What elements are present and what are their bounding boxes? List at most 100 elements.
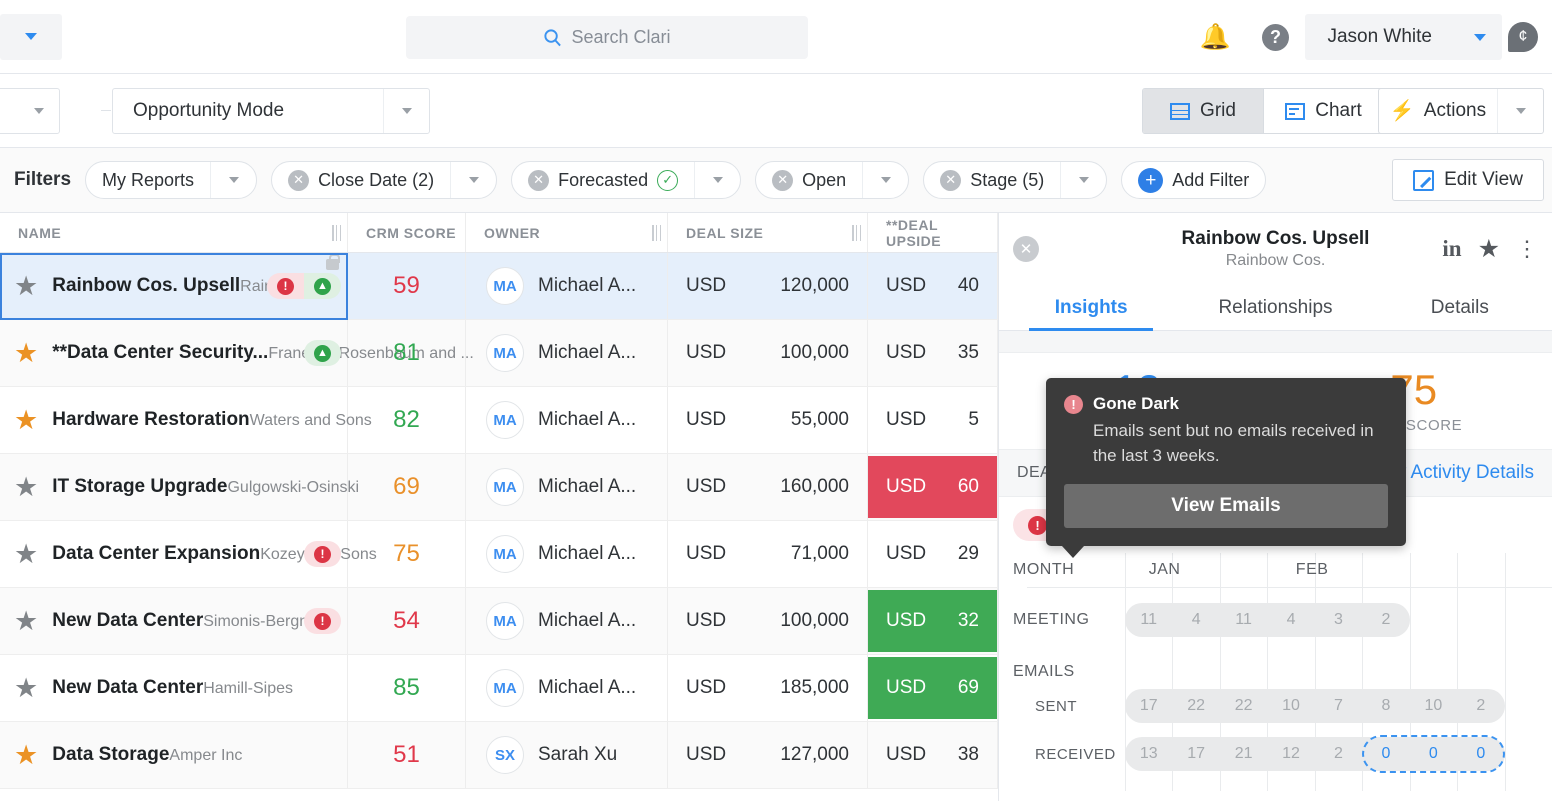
table-row[interactable]: ★Rainbow Cos. UpsellRainbow Cos.!▲59MAMi… <box>0 253 998 320</box>
cell-deal-upside[interactable]: USD 29 <box>868 521 998 587</box>
cell-deal-size[interactable]: USD 160,000 <box>668 454 868 520</box>
cell-name[interactable]: ★Rainbow Cos. UpsellRainbow Cos.!▲ <box>0 253 348 320</box>
column-header-name[interactable]: NAME <box>0 213 348 252</box>
cell-deal-upside[interactable]: USD 60 <box>868 454 998 520</box>
cell-crm-score[interactable]: 51 <box>348 722 466 788</box>
column-resize-handle[interactable] <box>332 225 341 241</box>
tab-chart[interactable]: Chart <box>1263 89 1383 133</box>
cell-deal-size[interactable]: USD 71,000 <box>668 521 868 587</box>
cell-name[interactable]: ★ Hardware RestorationWaters and Sons <box>0 387 372 453</box>
filter-chip-dropdown[interactable] <box>450 162 496 198</box>
cell-crm-score[interactable]: 75 <box>348 521 466 587</box>
table-row[interactable]: ★ New Data CenterSimonis-Bergnaum! 54 MA Mic… <box>0 588 998 655</box>
table-row[interactable]: ★ Data Center ExpansionKozey and Sons! 75 M… <box>0 521 998 588</box>
received-selection[interactable] <box>1362 735 1505 773</box>
cell-name[interactable]: ★ IT Storage UpgradeGulgowski-Osinski <box>0 454 359 520</box>
cell-crm-score[interactable]: 69 <box>348 454 466 520</box>
add-filter-button[interactable]: + Add Filter <box>1121 161 1267 199</box>
cell-deal-upside[interactable]: USD 40 <box>868 253 998 319</box>
column-resize-handle[interactable] <box>852 225 861 241</box>
cell-deal-size[interactable]: USD 185,000 <box>668 655 868 721</box>
cell-deal-size[interactable]: USD 120,000 <box>668 253 868 319</box>
column-header-owner[interactable]: OWNER <box>466 213 668 252</box>
table-row[interactable]: ★ IT Storage UpgradeGulgowski-Osinski 69 MA… <box>0 454 998 521</box>
filter-chip-3[interactable]: ✕ Open <box>755 161 910 199</box>
cell-crm-score[interactable]: 85 <box>348 655 466 721</box>
cell-crm-score[interactable]: 82 <box>348 387 466 453</box>
cell-name[interactable]: ★ New Data CenterHamill-Sipes <box>0 655 348 721</box>
table-row[interactable]: ★ **Data Center Security...Franecki, Rose… <box>0 320 998 387</box>
cell-deal-size[interactable]: USD 127,000 <box>668 722 868 788</box>
cell-deal-upside[interactable]: USD 32 <box>868 588 998 654</box>
table-row[interactable]: ★ New Data CenterHamill-Sipes 85 MA Michael … <box>0 655 998 722</box>
filter-chip-2[interactable]: ✕ Forecasted ✓ <box>511 161 742 199</box>
cell-deal-size[interactable]: USD 55,000 <box>668 387 868 453</box>
upside-badge[interactable]: ▲ <box>304 340 341 366</box>
remove-filter-icon[interactable]: ✕ <box>940 169 962 191</box>
cell-name[interactable]: ★ New Data CenterSimonis-Bergnaum! <box>0 588 348 654</box>
cell-deal-upside[interactable]: USD 69 <box>868 655 998 721</box>
cell-crm-score[interactable]: 81 <box>348 320 466 386</box>
star-icon[interactable]: ★ <box>1478 236 1500 262</box>
filter-chip-0[interactable]: My Reports <box>85 161 258 199</box>
cell-crm-score[interactable]: 59 <box>348 253 466 319</box>
cell-owner[interactable]: MA Michael A... <box>466 655 668 721</box>
filter-chip-dropdown[interactable] <box>862 162 908 198</box>
filter-chip-4[interactable]: ✕ Stage (5) <box>923 161 1108 199</box>
filter-chip-dropdown[interactable] <box>210 162 256 198</box>
linkedin-icon[interactable]: in <box>1442 236 1461 262</box>
period-dropdown[interactable] <box>0 88 60 134</box>
mode-dropdown-arrow[interactable] <box>383 89 429 133</box>
favorite-star-icon[interactable]: ★ <box>14 540 38 568</box>
kebab-menu-icon[interactable]: ⋮ <box>1516 238 1538 260</box>
tab-details[interactable]: Details <box>1368 285 1552 330</box>
alert-badge[interactable]: ! <box>267 273 304 299</box>
tab-grid[interactable]: Grid <box>1143 89 1263 133</box>
edit-view-button[interactable]: Edit View <box>1392 159 1544 201</box>
tab-relationships[interactable]: Relationships <box>1183 285 1367 330</box>
tab-insights[interactable]: Insights <box>999 285 1183 331</box>
cell-name[interactable]: ★ Data Center ExpansionKozey and Sons! <box>0 521 377 587</box>
cell-deal-upside[interactable]: USD 35 <box>868 320 998 386</box>
cell-owner[interactable]: MA Michael A... <box>466 320 668 386</box>
cell-deal-size[interactable]: USD 100,000 <box>668 588 868 654</box>
cell-name[interactable]: ★ **Data Center Security...Franecki, Rose… <box>0 320 474 386</box>
column-header-deal-size[interactable]: DEAL SIZE <box>668 213 868 252</box>
remove-filter-icon[interactable]: ✕ <box>288 169 310 191</box>
app-switcher-dropdown[interactable] <box>0 13 62 60</box>
favorite-star-icon[interactable]: ★ <box>14 406 38 434</box>
mode-dropdown[interactable]: Opportunity Mode <box>112 88 430 134</box>
cell-owner[interactable]: MA Michael A... <box>466 454 668 520</box>
cell-owner[interactable]: MA Michael A... <box>466 521 668 587</box>
favorite-star-icon[interactable]: ★ <box>14 339 38 367</box>
cell-owner[interactable]: MA Michael A... <box>466 387 668 453</box>
alert-badge[interactable]: ! <box>304 608 341 634</box>
favorite-star-icon[interactable]: ★ <box>14 674 38 702</box>
cell-owner[interactable]: MA Michael A... <box>466 253 668 319</box>
favorite-star-icon[interactable]: ★ <box>14 473 38 501</box>
cell-crm-score[interactable]: 54 <box>348 588 466 654</box>
alert-badge[interactable]: ! <box>304 541 341 567</box>
help-button[interactable]: ? <box>1245 0 1305 74</box>
upside-badge[interactable]: ▲ <box>304 273 341 299</box>
table-row[interactable]: ★ Hardware RestorationWaters and Sons 82 MA… <box>0 387 998 454</box>
filter-chip-dropdown[interactable] <box>694 162 740 198</box>
cell-deal-upside[interactable]: USD 38 <box>868 722 998 788</box>
actions-dropdown[interactable] <box>1497 89 1543 133</box>
view-emails-button[interactable]: View Emails <box>1064 484 1388 529</box>
cell-owner[interactable]: SX Sarah Xu <box>466 722 668 788</box>
filter-chip-dropdown[interactable] <box>1060 162 1106 198</box>
cell-owner[interactable]: MA Michael A... <box>466 588 668 654</box>
actions-button[interactable]: ⚡ Actions <box>1379 89 1497 133</box>
cell-deal-upside[interactable]: USD 5 <box>868 387 998 453</box>
user-menu[interactable]: Jason White <box>1305 14 1502 60</box>
column-header-crm-score[interactable]: CRM SCORE <box>348 213 466 252</box>
filter-chip-1[interactable]: ✕ Close Date (2) <box>271 161 498 199</box>
table-row[interactable]: ★ Data StorageAmper Inc 51 SX Sarah Xu USD 127… <box>0 722 998 789</box>
notifications-button[interactable]: 🔔 <box>1185 0 1245 74</box>
currency-icon[interactable]: ¢ <box>1508 22 1538 52</box>
column-resize-handle[interactable] <box>652 225 661 241</box>
remove-filter-icon[interactable]: ✕ <box>772 169 794 191</box>
column-header-deal-upside[interactable]: **DEAL UPSIDE <box>868 213 998 252</box>
favorite-star-icon[interactable]: ★ <box>14 272 38 300</box>
